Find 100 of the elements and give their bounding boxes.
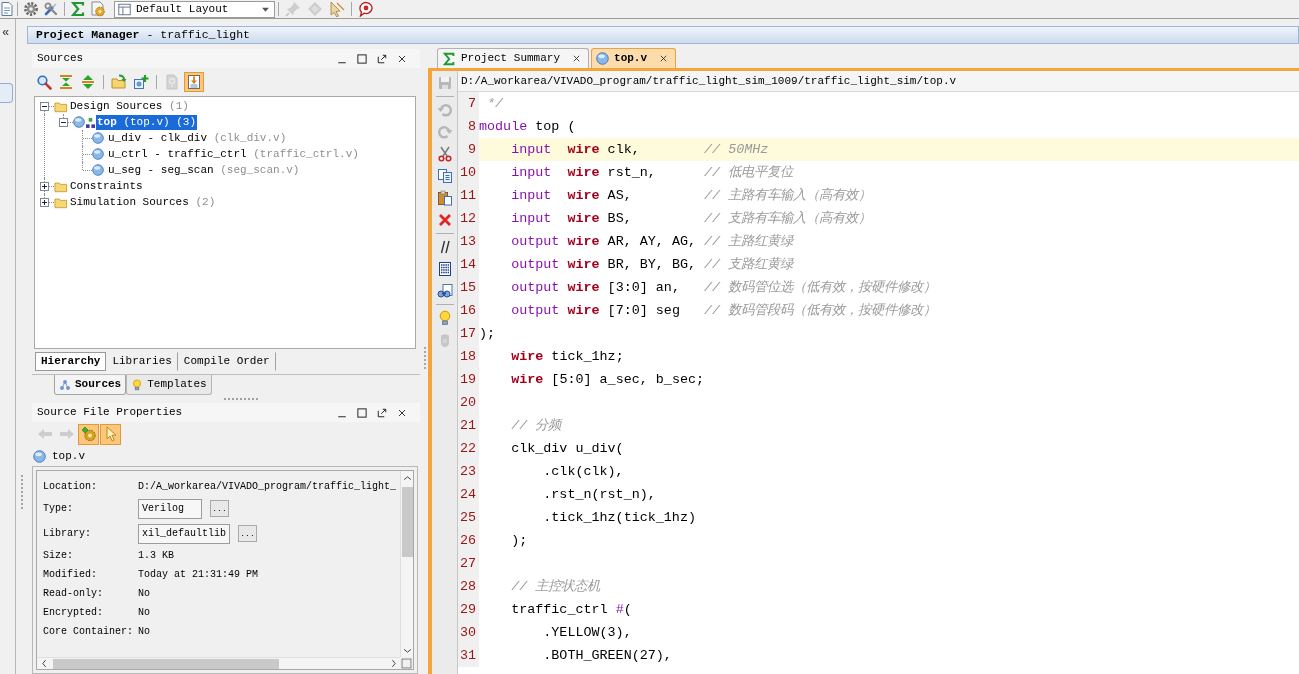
disc-icon bbox=[596, 52, 610, 65]
panel-title: Project Manager - traffic_light bbox=[36, 27, 250, 44]
caret-up-icon bbox=[402, 474, 412, 483]
line-number: 19 bbox=[459, 371, 476, 389]
popout-icon[interactable] bbox=[376, 406, 388, 419]
code-line: .rst_n(rst_n), bbox=[543, 487, 656, 502]
folder-icon bbox=[54, 179, 68, 193]
sigma-icon bbox=[70, 1, 86, 17]
panel-tab[interactable]: Templates bbox=[126, 375, 212, 395]
code-line: .YELLOW(3), bbox=[543, 625, 632, 640]
maximize-icon[interactable] bbox=[356, 406, 368, 419]
line-number: 11 bbox=[459, 187, 476, 205]
view-tab[interactable]: Hierarchy bbox=[35, 352, 107, 371]
save-icon bbox=[436, 75, 453, 91]
line-number: 13 bbox=[459, 233, 476, 251]
property-value: No bbox=[138, 606, 150, 620]
view-tab[interactable]: Compile Order bbox=[177, 352, 276, 371]
property-label: Modified: bbox=[43, 568, 98, 582]
toolbar-button[interactable] bbox=[184, 72, 204, 92]
code-line: input wire rst_n, // 低电平复位 bbox=[511, 165, 794, 180]
resize-handle[interactable] bbox=[424, 347, 426, 369]
arrows-inward-icon bbox=[58, 74, 74, 90]
toolbar-button[interactable] bbox=[34, 72, 54, 92]
vertical-scrollbar[interactable] bbox=[400, 471, 413, 657]
scrollbar-thumb[interactable] bbox=[53, 658, 279, 669]
add-icon bbox=[133, 74, 149, 90]
minus-box-icon[interactable] bbox=[40, 102, 49, 111]
resize-handle[interactable] bbox=[20, 475, 23, 509]
tree-item[interactable]: Design Sources (1) bbox=[69, 98, 190, 114]
toolbar-button[interactable] bbox=[21, 0, 41, 19]
cursor-icon bbox=[329, 1, 345, 17]
line-number: 7 bbox=[467, 95, 476, 113]
tree-item[interactable]: u_ctrl - traffic_ctrl (traffic_ctrl.v) bbox=[107, 146, 360, 162]
code-line: .clk(clk), bbox=[543, 464, 624, 479]
gear-icon bbox=[80, 426, 97, 442]
popout-icon[interactable] bbox=[376, 52, 388, 65]
layout-dropdown[interactable]: Default Layout bbox=[114, 0, 275, 18]
maximize-icon[interactable] bbox=[356, 52, 368, 65]
tools-icon bbox=[43, 1, 59, 17]
disc-icon bbox=[73, 116, 85, 128]
code-line: ); bbox=[479, 326, 496, 341]
plus-box-icon[interactable] bbox=[40, 182, 49, 191]
toolbar-button[interactable] bbox=[434, 281, 455, 301]
diamond-icon bbox=[307, 1, 323, 17]
panel-tab[interactable]: Sources bbox=[54, 375, 127, 395]
line-number: 23 bbox=[459, 463, 476, 481]
property-value: D:/A_workarea/VIVADO_program/traffic_light_ bbox=[138, 480, 397, 494]
editor-tab[interactable]: Project Summary bbox=[437, 48, 590, 68]
property-label: Type: bbox=[43, 502, 74, 516]
tree-item[interactable]: top (top.v) (3) bbox=[96, 114, 198, 130]
line-number: 18 bbox=[459, 348, 476, 366]
caret-right-icon bbox=[389, 659, 398, 668]
copy-icon bbox=[436, 168, 453, 184]
line-number: 20 bbox=[459, 394, 476, 412]
browse-button[interactable]: ... bbox=[238, 525, 257, 542]
panel-title: Source File Properties bbox=[37, 405, 183, 421]
editor-tab[interactable]: top.v bbox=[591, 48, 677, 68]
code-line: .tick_1hz(tick_1hz) bbox=[543, 510, 696, 525]
redo-icon bbox=[436, 124, 453, 140]
code-line: traffic_ctrl #( bbox=[511, 602, 632, 617]
folder-icon bbox=[54, 195, 68, 209]
tree-item[interactable]: u_seg - seg_scan (seg_scan.v) bbox=[107, 162, 301, 178]
tree-item[interactable]: u_div - clk_div (clk_div.v) bbox=[107, 130, 288, 146]
property-value: No bbox=[138, 625, 150, 639]
forward-arrow-icon bbox=[58, 426, 75, 442]
view-tab[interactable]: Libraries bbox=[106, 352, 178, 371]
search-icon bbox=[36, 74, 52, 90]
lightbulb-icon bbox=[131, 377, 144, 392]
scrollbar-thumb[interactable] bbox=[401, 487, 413, 557]
code-line: // 分频 bbox=[511, 418, 562, 433]
horizontal-scrollbar[interactable] bbox=[37, 657, 400, 669]
minus-box-icon[interactable] bbox=[59, 118, 68, 127]
tree-item[interactable]: Constraints bbox=[69, 178, 144, 194]
resize-handle[interactable] bbox=[224, 398, 258, 400]
property-field[interactable]: Verilog bbox=[138, 498, 202, 519]
property-label: Read-only: bbox=[43, 587, 104, 601]
code-line: wire [5:0] a_sec, b_sec; bbox=[511, 372, 705, 387]
line-number: 31 bbox=[459, 647, 476, 665]
line-number: 17 bbox=[459, 325, 476, 343]
property-field[interactable]: xil_defaultlib bbox=[138, 523, 230, 544]
property-value: 1.3 KB bbox=[138, 549, 174, 563]
plus-box-icon[interactable] bbox=[40, 198, 49, 207]
code-line: module top ( bbox=[479, 119, 576, 134]
code-line: wire tick_1hz; bbox=[511, 349, 624, 364]
layout-icon bbox=[118, 2, 131, 16]
browse-button[interactable]: ... bbox=[210, 500, 229, 517]
document-icon bbox=[164, 74, 180, 90]
code-line: output wire [7:0] seg // 数码管段码（低有效，按硬件修改） bbox=[511, 303, 937, 318]
line-number: 9 bbox=[467, 141, 476, 159]
folder-arrow-icon bbox=[111, 74, 127, 90]
collapse-button[interactable]: « bbox=[0, 26, 15, 40]
code-line: output wire BR, BY, BG, // 支路红黄绿 bbox=[511, 257, 794, 272]
tree-item[interactable]: Simulation Sources (2) bbox=[69, 194, 217, 210]
code-line: */ bbox=[487, 96, 504, 111]
code-line: ); bbox=[511, 533, 528, 548]
line-number: 10 bbox=[459, 164, 476, 182]
line-number: 24 bbox=[459, 486, 476, 504]
undo-icon bbox=[436, 102, 453, 118]
property-label: Core Container: bbox=[43, 625, 134, 639]
list-icon bbox=[436, 261, 453, 277]
